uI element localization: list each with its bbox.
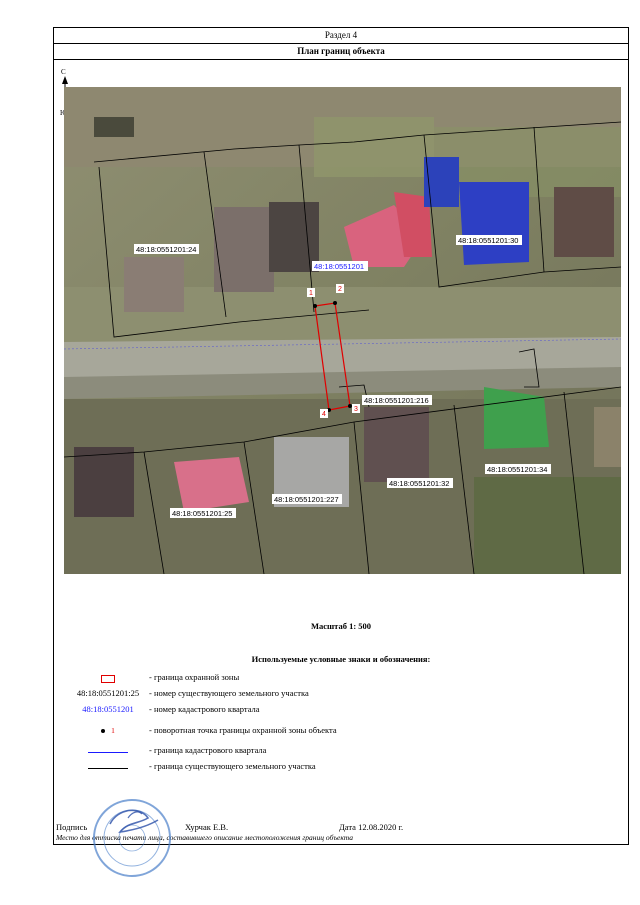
quarter-boundary-symbol [62, 745, 154, 759]
legend-text: - граница существующего земельного участ… [149, 761, 316, 771]
section-label: Раздел 4 [54, 28, 628, 44]
legend-item-zone: - граница охранной зоны [54, 672, 614, 686]
point-label-4: 4 [322, 411, 326, 418]
parcel-label: 48:18:0551201:25 [172, 509, 232, 518]
map-canvas: 1 2 3 4 48:18:0551201:24 48:18:0551201:3… [64, 87, 621, 574]
legend-text: - номер существующего земельного участка [149, 688, 309, 698]
parcel-label: 48:18:0551201:216 [364, 396, 429, 405]
legend-item-turning-point: 1 - поворотная точка границы охранной зо… [54, 725, 614, 739]
quarter-number-symbol: 48:18:0551201 [82, 704, 134, 714]
legend-item-parcel-number: 48:18:0551201:25 - номер существующего з… [54, 688, 614, 702]
parcel-label: 48:18:0551201:24 [136, 245, 196, 254]
legend-item-parcel-boundary: - граница существующего земельного участ… [54, 761, 614, 775]
parcel-label: 48:18:0551201:227 [274, 495, 339, 504]
zone-boundary-symbol [62, 672, 154, 686]
parcel-number-symbol: 48:18:0551201:25 [76, 688, 140, 698]
satellite-map: 1 2 3 4 48:18:0551201:24 48:18:0551201:3… [64, 87, 621, 574]
turning-point [333, 301, 337, 305]
signer-name: Хурчак Е.В. [185, 822, 229, 832]
document-sheet: Раздел 4 План границ объекта С Ю 1 2 3 4… [53, 27, 629, 845]
quarter-label: 48:18:0551201 [314, 262, 364, 271]
north-letter: С [61, 68, 66, 76]
legend-text: - граница кадастрового квартала [149, 745, 267, 755]
turning-point [348, 404, 352, 408]
parcel-label: 48:18:0551201:30 [458, 236, 518, 245]
legend-title: Используемые условные знаки и обозначени… [251, 654, 431, 664]
point-label-2: 2 [338, 286, 342, 293]
legend-item-quarter-boundary: - граница кадастрового квартала [54, 745, 614, 759]
parcel-boundary-symbol [62, 761, 154, 775]
turning-point [313, 304, 317, 308]
legend-text: - граница охранной зоны [149, 672, 240, 682]
legend-text: - номер кадастрового квартала [149, 704, 260, 714]
dot-icon [101, 729, 106, 734]
page-title: План границ объекта [54, 44, 628, 60]
legend-text: - поворотная точка границы охранной зоны… [149, 725, 337, 735]
turning-point-symbol: 1 [62, 725, 154, 739]
legend-item-quarter-number: 48:18:0551201 - номер кадастрового кварт… [54, 704, 614, 718]
parcel-label: 48:18:0551201:32 [389, 479, 449, 488]
point-label-1: 1 [309, 290, 313, 297]
stamp-seal-icon [93, 799, 171, 877]
point-number: 1 [111, 726, 115, 735]
map-scale: Масштаб 1: 500 [310, 621, 372, 631]
point-label-3: 3 [354, 406, 358, 413]
signature-date: Дата 12.08.2020 г. [339, 822, 404, 832]
parcel-label: 48:18:0551201:34 [487, 465, 547, 474]
